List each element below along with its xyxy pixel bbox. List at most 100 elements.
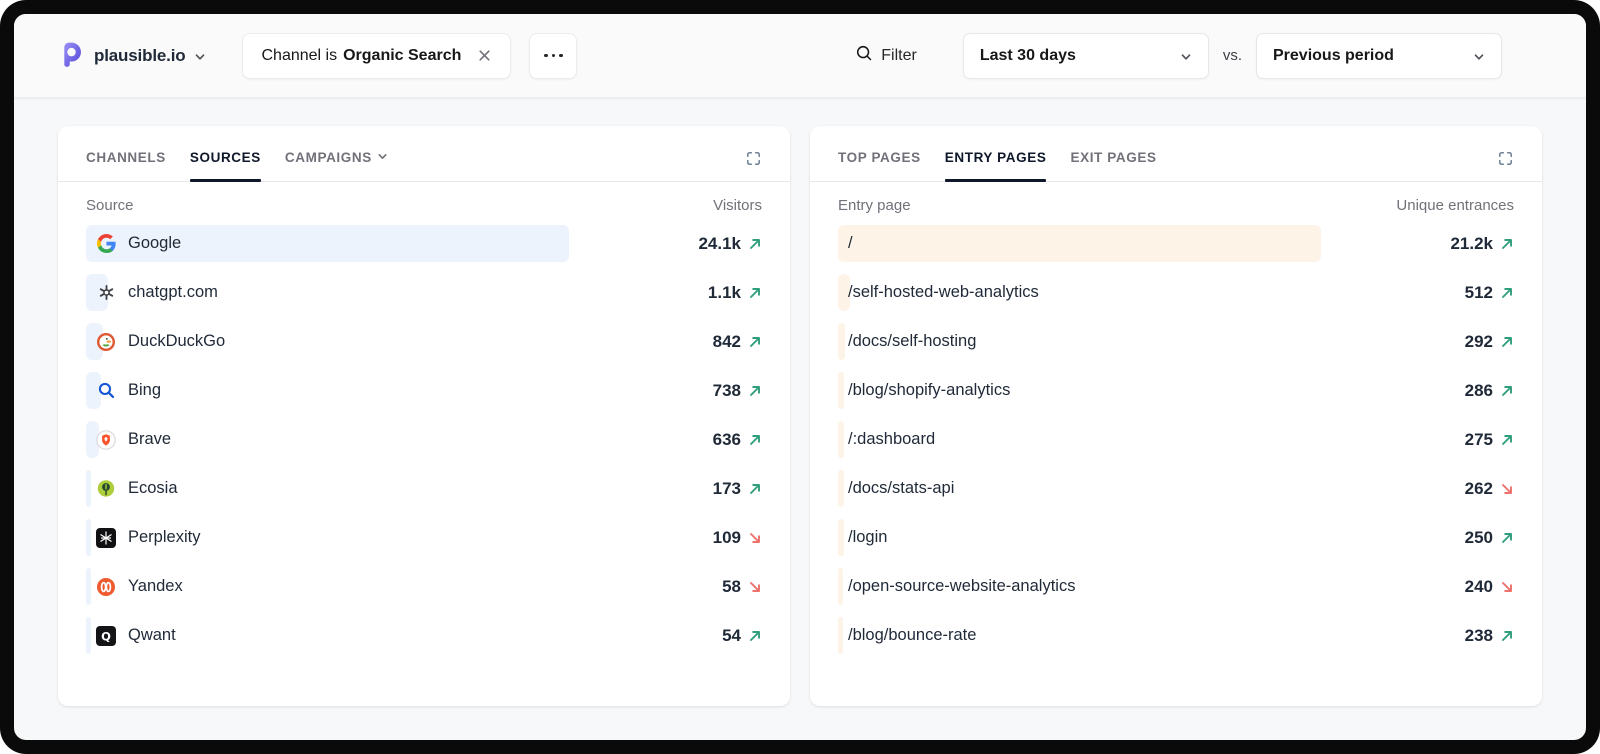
filter-chip[interactable]: Channel is Organic Search xyxy=(242,32,512,79)
table-row[interactable]: DuckDuckGo 842 xyxy=(86,323,762,360)
trend-up-icon xyxy=(1500,433,1514,447)
row-label: Google xyxy=(86,234,181,254)
brave-icon xyxy=(96,429,116,450)
sources-tabs: CHANNELS SOURCES CAMPAIGNS xyxy=(86,150,388,182)
row-label: chatgpt.com xyxy=(86,283,218,303)
row-value: 21.2k xyxy=(1450,234,1514,254)
comparison-select[interactable]: Previous period xyxy=(1256,32,1502,79)
row-value: 58 xyxy=(722,577,762,597)
trend-up-icon xyxy=(1500,286,1514,300)
trend-up-icon xyxy=(1500,384,1514,398)
sources-card: CHANNELS SOURCES CAMPAIGNS Source Visitors… xyxy=(58,126,790,706)
chevron-down-icon xyxy=(1473,51,1485,63)
more-options-button[interactable] xyxy=(529,32,578,79)
table-row[interactable]: Ecosia 173 xyxy=(86,470,762,507)
tab-campaigns[interactable]: CAMPAIGNS xyxy=(285,150,388,181)
openai-icon xyxy=(96,283,116,303)
table-row[interactable]: Yandex 58 xyxy=(86,568,762,605)
trend-up-icon xyxy=(748,286,762,300)
column-header-entry-page: Entry page xyxy=(838,197,911,214)
table-row[interactable]: Google 24.1k xyxy=(86,225,762,262)
row-label: DuckDuckGo xyxy=(86,332,225,352)
table-row[interactable]: /self-hosted-web-analytics 512 xyxy=(838,274,1514,311)
ecosia-icon xyxy=(96,479,116,499)
table-row[interactable]: /blog/bounce-rate 238 xyxy=(838,617,1514,654)
date-range-select[interactable]: Last 30 days xyxy=(962,32,1209,79)
table-row[interactable]: /open-source-website-analytics 240 xyxy=(838,568,1514,605)
tab-sources[interactable]: SOURCES xyxy=(189,150,261,182)
table-row[interactable]: /docs/stats-api 262 xyxy=(838,470,1514,507)
topbar-right: Filter Last 30 days vs. Previous period xyxy=(855,32,1542,79)
row-label: /docs/stats-api xyxy=(848,479,955,497)
sources-column-headers: Source Visitors xyxy=(58,182,790,225)
table-row[interactable]: / 21.2k xyxy=(838,225,1514,262)
row-label: Brave xyxy=(86,429,171,450)
row-label: /docs/self-hosting xyxy=(848,332,977,350)
table-row[interactable]: chatgpt.com 1.1k xyxy=(86,274,762,311)
site-switcher[interactable]: plausible.io xyxy=(58,38,206,73)
close-icon[interactable] xyxy=(477,48,492,63)
vs-label: vs. xyxy=(1222,47,1242,64)
chevron-down-icon xyxy=(377,150,388,165)
site-name: plausible.io xyxy=(94,45,186,65)
expand-icon[interactable] xyxy=(745,150,762,181)
filter-chip-prefix: Channel is xyxy=(261,46,338,64)
column-header-unique-entrances: Unique entrances xyxy=(1396,197,1514,214)
row-label: Bing xyxy=(86,381,161,401)
table-row[interactable]: Perplexity 109 xyxy=(86,519,762,556)
perplexity-icon xyxy=(96,527,116,548)
window-frame: plausible.io Channel is Organic Search F… xyxy=(0,0,1600,754)
sources-card-header: CHANNELS SOURCES CAMPAIGNS xyxy=(58,126,790,182)
table-row[interactable]: /blog/shopify-analytics 286 xyxy=(838,372,1514,409)
row-bar xyxy=(838,225,1322,262)
trend-up-icon xyxy=(748,384,762,398)
row-label: Ecosia xyxy=(86,479,178,499)
trend-up-icon xyxy=(1500,531,1514,545)
trend-up-icon xyxy=(748,482,762,496)
row-value: 738 xyxy=(713,381,762,401)
row-value: 250 xyxy=(1465,528,1514,548)
trend-up-icon xyxy=(748,629,762,643)
pages-card-header: TOP PAGES ENTRY PAGES EXIT PAGES xyxy=(810,126,1542,182)
trend-down-icon xyxy=(1500,482,1514,496)
table-row[interactable]: /docs/self-hosting 292 xyxy=(838,323,1514,360)
row-value: 275 xyxy=(1465,430,1514,450)
row-value: 24.1k xyxy=(698,234,762,254)
qwant-icon: Q xyxy=(96,625,116,646)
trend-up-icon xyxy=(1500,629,1514,643)
app: plausible.io Channel is Organic Search F… xyxy=(14,14,1586,740)
tab-entry-pages[interactable]: ENTRY PAGES xyxy=(944,150,1047,182)
column-header-source: Source xyxy=(86,197,134,214)
trend-up-icon xyxy=(1500,237,1514,251)
row-value: 1.1k xyxy=(708,283,762,303)
topbar: plausible.io Channel is Organic Search F… xyxy=(14,14,1586,98)
table-row[interactable]: Bing 738 xyxy=(86,372,762,409)
table-row[interactable]: Q Qwant 54 xyxy=(86,617,762,654)
row-label: Q Qwant xyxy=(86,625,176,646)
row-label: /self-hosted-web-analytics xyxy=(848,283,1039,301)
tab-channels[interactable]: CHANNELS xyxy=(86,150,166,181)
row-label: Perplexity xyxy=(86,527,200,548)
dashboard-content: CHANNELS SOURCES CAMPAIGNS Source Visitors… xyxy=(14,98,1586,706)
row-label: /blog/bounce-rate xyxy=(848,626,977,644)
pages-rows: / 21.2k/self-hosted-web-analytics 512/docs… xyxy=(810,225,1542,666)
svg-text:Q: Q xyxy=(101,629,111,643)
row-value: 842 xyxy=(713,332,762,352)
filter-button[interactable]: Filter xyxy=(855,44,917,67)
trend-up-icon xyxy=(748,335,762,349)
pages-card: TOP PAGES ENTRY PAGES EXIT PAGES Entry pag… xyxy=(810,126,1542,706)
table-row[interactable]: /login 250 xyxy=(838,519,1514,556)
row-value: 512 xyxy=(1465,283,1514,303)
filter-chip-value: Organic Search xyxy=(343,46,462,64)
row-label: /open-source-website-analytics xyxy=(848,577,1076,595)
search-icon xyxy=(855,44,873,67)
tab-exit-pages[interactable]: EXIT PAGES xyxy=(1070,150,1156,181)
table-row[interactable]: /:dashboard 275 xyxy=(838,421,1514,458)
row-value: 173 xyxy=(713,479,762,499)
expand-icon[interactable] xyxy=(1497,150,1514,181)
table-row[interactable]: Brave 636 xyxy=(86,421,762,458)
row-value: 238 xyxy=(1465,626,1514,646)
row-label: /blog/shopify-analytics xyxy=(848,381,1011,399)
tab-top-pages[interactable]: TOP PAGES xyxy=(838,150,921,181)
ellipsis-icon xyxy=(544,53,548,58)
